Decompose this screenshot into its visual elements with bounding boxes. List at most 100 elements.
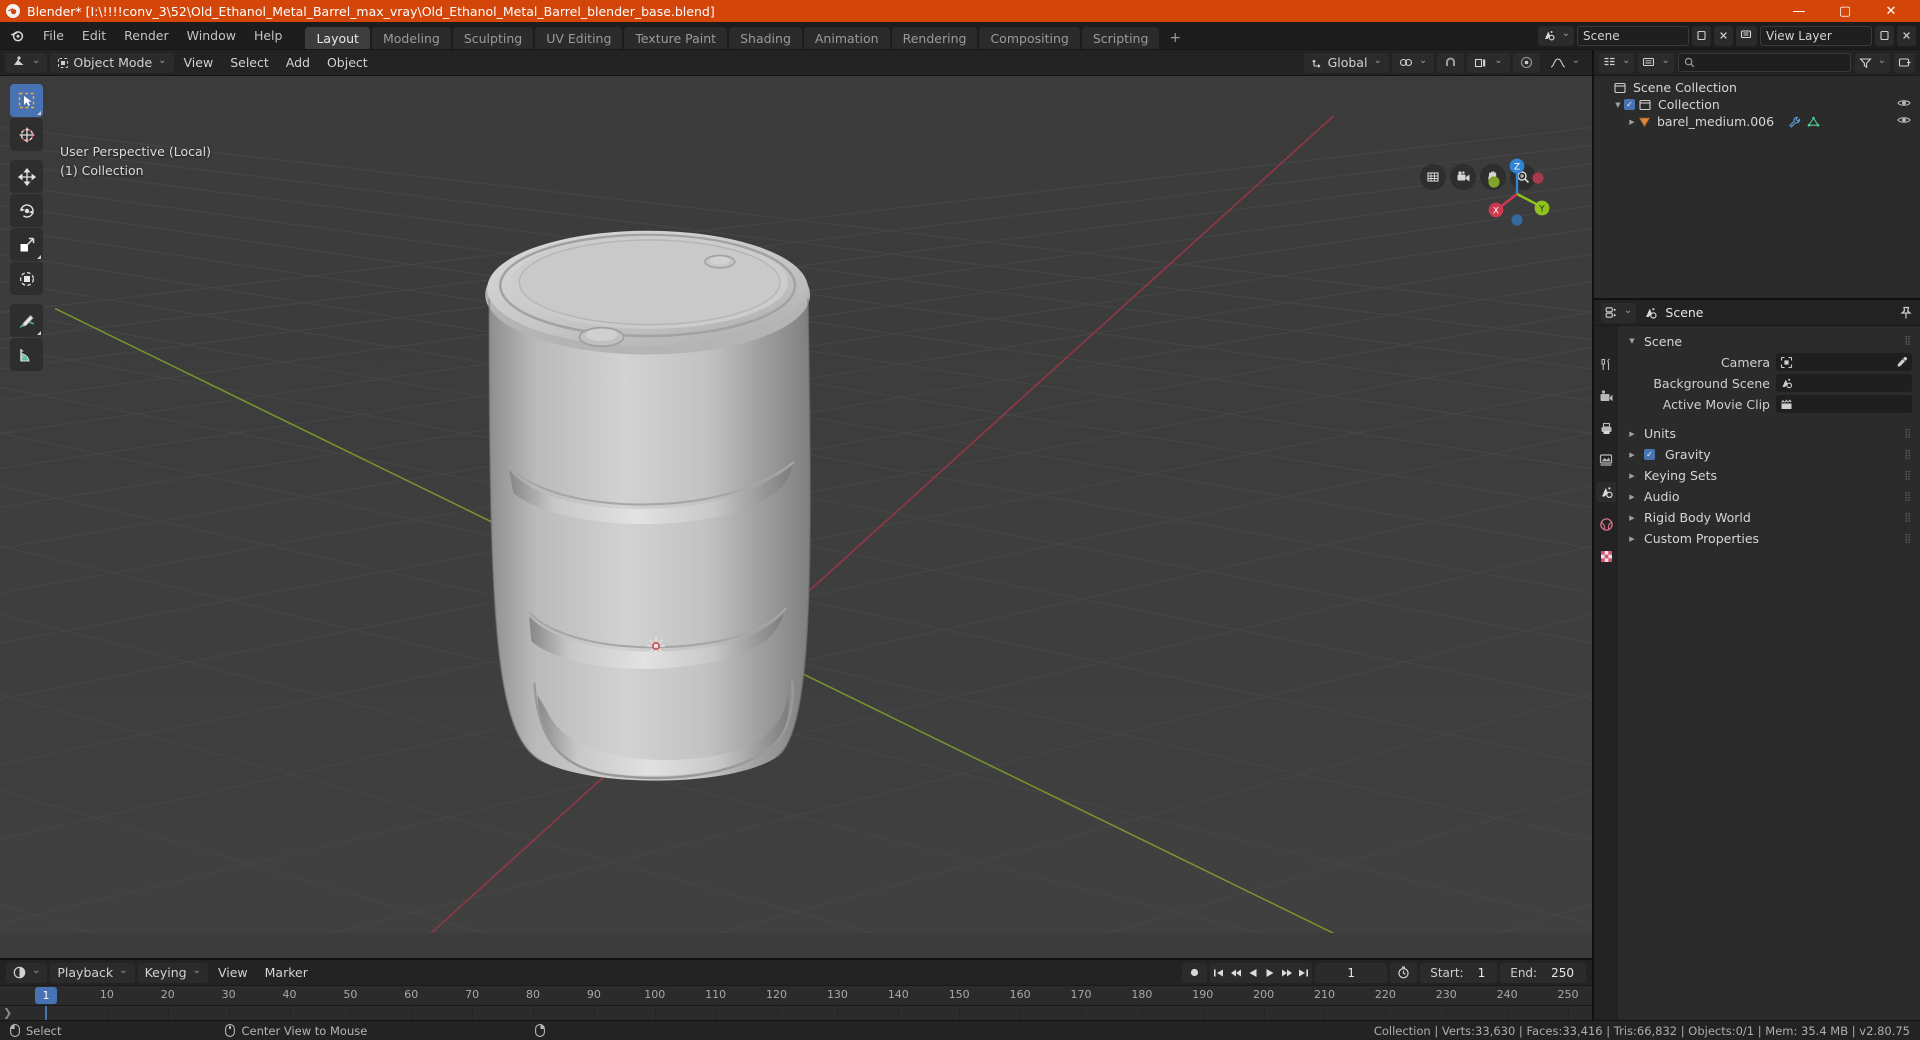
tool-tab[interactable] bbox=[1596, 354, 1616, 374]
scene-name-field[interactable]: Scene bbox=[1577, 25, 1689, 46]
editor-type-3d-icon[interactable] bbox=[5, 52, 48, 73]
viewport-menu-object[interactable]: Object bbox=[320, 53, 375, 73]
camera-icon[interactable] bbox=[1450, 164, 1476, 190]
timeline-playhead[interactable]: 1 bbox=[35, 987, 57, 1004]
grid-icon[interactable] bbox=[1420, 164, 1446, 190]
transform-orientation-selector[interactable]: Global bbox=[1303, 52, 1389, 73]
play-reverse-icon[interactable] bbox=[1244, 963, 1261, 983]
scene-tab[interactable] bbox=[1596, 482, 1616, 502]
tab-scripting[interactable]: Scripting bbox=[1081, 27, 1160, 49]
filter-icon[interactable] bbox=[1854, 52, 1890, 73]
timeline-sidebar-toggle[interactable]: ❯ bbox=[3, 1007, 12, 1020]
smooth-falloff-icon[interactable] bbox=[1543, 53, 1587, 73]
section-gravity[interactable]: ▶ ✓ Gravity ⣿ bbox=[1618, 444, 1920, 465]
texture-tab[interactable] bbox=[1596, 546, 1616, 566]
next-keyframe-icon[interactable] bbox=[1278, 963, 1295, 983]
render-tab[interactable] bbox=[1596, 386, 1616, 406]
expand-toggle[interactable]: ▶ bbox=[1626, 118, 1638, 126]
timeline-menu-view[interactable]: View bbox=[211, 963, 255, 983]
section-keying-sets[interactable]: ▶ Keying Sets ⣿ bbox=[1618, 465, 1920, 486]
view-layer-icon[interactable] bbox=[1736, 25, 1757, 46]
eye-icon[interactable] bbox=[1897, 114, 1911, 126]
barrel-3d-object[interactable] bbox=[0, 76, 1592, 958]
expand-toggle[interactable]: ▶ bbox=[1626, 451, 1638, 459]
outliner-row-scene-collection[interactable]: Scene Collection bbox=[1594, 79, 1920, 96]
stopwatch-icon[interactable] bbox=[1390, 962, 1418, 983]
tab-compositing[interactable]: Compositing bbox=[979, 27, 1080, 49]
outliner-row-object[interactable]: ▶ barel_medium.006 bbox=[1594, 113, 1920, 130]
scale-tool[interactable] bbox=[10, 228, 43, 261]
tab-modeling[interactable]: Modeling bbox=[371, 27, 451, 49]
world-tab[interactable] bbox=[1596, 514, 1616, 534]
tab-sculpting[interactable]: Sculpting bbox=[452, 27, 534, 49]
expand-toggle[interactable]: ▼ bbox=[1612, 101, 1624, 109]
tab-animation[interactable]: Animation bbox=[803, 27, 890, 49]
3d-viewport[interactable]: User Perspective (Local) (1) Collection bbox=[0, 76, 1592, 958]
outliner-search-input[interactable] bbox=[1677, 53, 1851, 72]
background-scene-field[interactable] bbox=[1776, 374, 1912, 392]
expand-toggle[interactable]: ▶ bbox=[1626, 514, 1638, 522]
viewport-menu-view[interactable]: View bbox=[177, 53, 221, 73]
current-frame-field[interactable]: 1 bbox=[1315, 962, 1388, 983]
proportional-edit-icon[interactable] bbox=[1512, 52, 1540, 73]
active-movie-clip-field[interactable] bbox=[1776, 395, 1912, 413]
properties-editor-icon[interactable] bbox=[1601, 302, 1637, 323]
menu-window[interactable]: Window bbox=[178, 22, 245, 49]
play-icon[interactable] bbox=[1261, 963, 1278, 983]
annotate-tool[interactable] bbox=[10, 304, 43, 337]
close-button[interactable]: ✕ bbox=[1868, 0, 1914, 22]
rotate-tool[interactable] bbox=[10, 194, 43, 227]
modifier-wrench-icon[interactable] bbox=[1788, 116, 1801, 128]
section-audio[interactable]: ▶ Audio ⣿ bbox=[1618, 486, 1920, 507]
eyedropper-icon[interactable] bbox=[1896, 356, 1908, 368]
viewport-menu-select[interactable]: Select bbox=[223, 53, 276, 73]
prev-keyframe-icon[interactable] bbox=[1227, 963, 1244, 983]
menu-file[interactable]: File bbox=[34, 22, 73, 49]
eye-icon[interactable] bbox=[1897, 97, 1911, 109]
menu-edit[interactable]: Edit bbox=[73, 22, 115, 49]
tab-rendering[interactable]: Rendering bbox=[891, 27, 978, 49]
timeline-menu-marker[interactable]: Marker bbox=[258, 963, 315, 983]
view-axis-gizmo[interactable]: Z Y X bbox=[1478, 152, 1556, 230]
timeline-editor-icon[interactable] bbox=[6, 962, 48, 983]
section-units[interactable]: ▶ Units ⣿ bbox=[1618, 423, 1920, 444]
output-tab[interactable] bbox=[1596, 418, 1616, 438]
add-workspace-button[interactable]: + bbox=[1161, 27, 1189, 49]
view-layer-name-field[interactable]: View Layer bbox=[1760, 25, 1872, 46]
snap-increment-icon[interactable] bbox=[1467, 52, 1510, 73]
expand-toggle[interactable]: ▶ bbox=[1626, 535, 1638, 543]
outliner-display-mode-icon[interactable] bbox=[1638, 52, 1674, 73]
outliner-row-collection[interactable]: ▼ ✓ Collection bbox=[1594, 96, 1920, 113]
collection-checkbox[interactable]: ✓ bbox=[1624, 99, 1635, 110]
panel-expand-toggle[interactable]: ▼ bbox=[1626, 337, 1638, 345]
transform-tool[interactable] bbox=[10, 262, 43, 295]
timeline-menu-keying[interactable]: Keying bbox=[137, 962, 208, 983]
timeline-track-area[interactable]: ❯ bbox=[0, 1006, 1592, 1020]
remove-view-layer-button[interactable] bbox=[1897, 25, 1916, 46]
expand-toggle[interactable]: ▶ bbox=[1626, 430, 1638, 438]
object-mode-selector[interactable]: Object Mode bbox=[50, 52, 174, 73]
frame-start-field[interactable]: Start: 1 bbox=[1420, 962, 1498, 983]
new-view-layer-button[interactable] bbox=[1875, 25, 1894, 46]
unlink-scene-button[interactable] bbox=[1714, 25, 1733, 46]
new-collection-icon[interactable] bbox=[1894, 52, 1915, 73]
menu-render[interactable]: Render bbox=[115, 22, 178, 49]
magnet-icon[interactable] bbox=[1437, 52, 1465, 73]
timeline-ruler[interactable]: 1 10 20 30 40 50 60 70 80 90 100 110 120 130 140 150 160… bbox=[0, 986, 1592, 1006]
jump-end-icon[interactable] bbox=[1295, 963, 1312, 983]
mesh-data-icon[interactable] bbox=[1807, 116, 1820, 128]
section-rigid-body-world[interactable]: ▶ Rigid Body World ⣿ bbox=[1618, 507, 1920, 528]
cursor-tool[interactable] bbox=[10, 118, 43, 151]
tweak-select-box-tool[interactable] bbox=[10, 84, 43, 117]
camera-field[interactable] bbox=[1776, 353, 1912, 371]
move-tool[interactable] bbox=[10, 160, 43, 193]
minimize-button[interactable]: — bbox=[1776, 0, 1822, 22]
scene-panel-header[interactable]: ▼ Scene ⣿ bbox=[1618, 331, 1920, 351]
record-icon[interactable] bbox=[1182, 962, 1208, 983]
measure-tool[interactable] bbox=[10, 338, 43, 371]
blender-menu-icon[interactable] bbox=[0, 22, 34, 49]
tab-uv-editing[interactable]: UV Editing bbox=[535, 27, 623, 49]
gravity-checkbox[interactable]: ✓ bbox=[1644, 449, 1655, 460]
new-scene-button[interactable] bbox=[1692, 25, 1711, 46]
expand-toggle[interactable]: ▶ bbox=[1626, 472, 1638, 480]
